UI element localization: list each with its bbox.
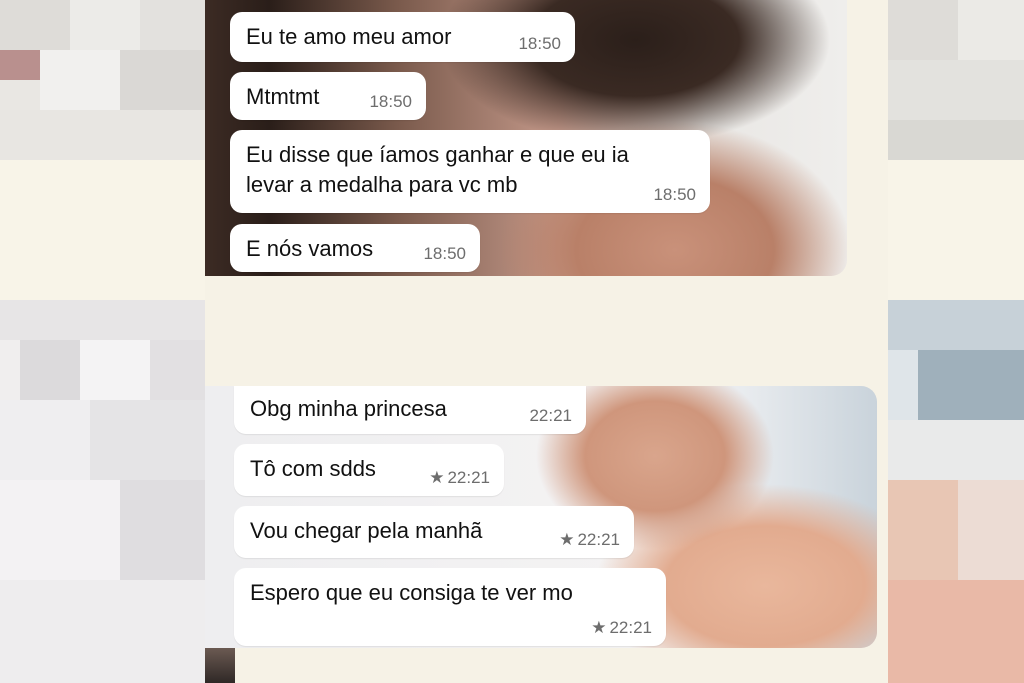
- star-icon: ★: [591, 618, 607, 637]
- message-time: 18:50: [653, 185, 696, 204]
- message-bubble[interactable]: Vou chegar pela manhã ★ 22:21: [234, 506, 634, 558]
- pixelated-image-left-top: [0, 0, 205, 160]
- pixelated-image-right-bottom: [888, 300, 1024, 683]
- message-time: 18:50: [369, 92, 412, 111]
- cropped-photo-edge: [205, 648, 235, 683]
- background-band: [888, 160, 1024, 300]
- message-time: ★ 22:21: [429, 468, 490, 487]
- message-text: Obg minha princesa: [250, 396, 447, 421]
- star-icon: ★: [559, 530, 575, 549]
- star-icon: ★: [429, 468, 445, 487]
- message-text: Eu disse que íamos ganhar e que eu ia le…: [246, 142, 629, 197]
- message-time: 18:50: [518, 34, 561, 53]
- message-text: Espero que eu consiga te ver mo: [250, 580, 573, 605]
- message-time: ★ 22:21: [559, 530, 620, 549]
- message-bubble[interactable]: Eu te amo meu amor 18:50: [230, 12, 575, 62]
- message-time: ★ 22:21: [591, 618, 652, 637]
- background-band: [0, 160, 205, 300]
- message-time: 22:21: [529, 406, 572, 425]
- message-bubble[interactable]: Tô com sdds ★ 22:21: [234, 444, 504, 496]
- message-bubble[interactable]: Obg minha princesa 22:21: [234, 386, 586, 434]
- chat-screenshot-top: Eu te amo meu amor 18:50 Mtmtmt 18:50 Eu…: [205, 0, 847, 276]
- pixelated-image-left-bottom: [0, 300, 205, 683]
- pixelated-image-right-top: [888, 0, 1024, 160]
- message-time: 18:50: [423, 244, 466, 263]
- message-bubble[interactable]: Eu disse que íamos ganhar e que eu ia le…: [230, 130, 710, 213]
- message-bubble[interactable]: Mtmtmt 18:50: [230, 72, 426, 120]
- chat-screenshot-bottom: Obg minha princesa 22:21 Tô com sdds ★ 22…: [205, 386, 877, 648]
- message-bubble[interactable]: E nós vamos 18:50: [230, 224, 480, 272]
- message-text: Eu te amo meu amor: [246, 24, 452, 49]
- message-bubble[interactable]: Espero que eu consiga te ver mo ★ 22:21: [234, 568, 666, 646]
